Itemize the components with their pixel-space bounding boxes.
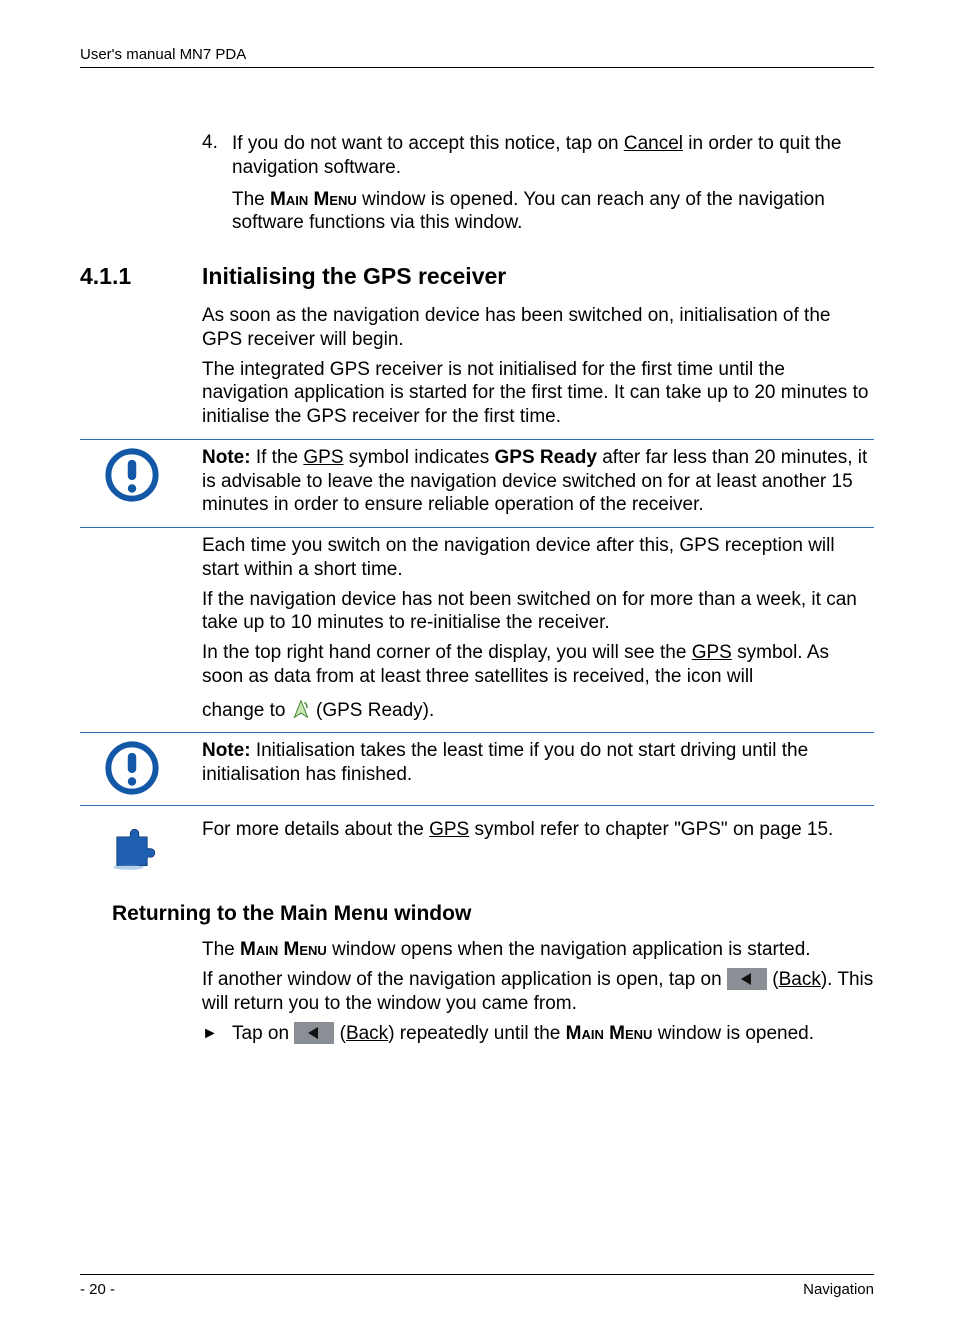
note-label: Note: — [202, 447, 251, 468]
paragraph: Each time you switch on the navigation d… — [202, 534, 874, 582]
text: window opens when the navigation applica… — [327, 939, 811, 960]
paragraph: In the top right hand corner of the disp… — [202, 641, 874, 689]
note-text: Note: Initialisation takes the least tim… — [202, 739, 874, 787]
note-separator — [80, 732, 874, 733]
text: Initialisation takes the least time if y… — [202, 740, 808, 785]
note-separator — [80, 527, 874, 528]
ordered-body: If you do not want to accept this notice… — [232, 132, 874, 241]
paragraph: The integrated GPS receiver is not initi… — [202, 358, 874, 429]
gps-label: GPS — [429, 819, 469, 840]
text: If you do not want to accept this notice… — [232, 133, 624, 154]
note-text: Note: If the GPS symbol indicates GPS Re… — [202, 446, 874, 517]
alert-icon — [105, 741, 159, 795]
note-label: Note: — [202, 740, 251, 761]
heading-text: Initialising the GPS receiver — [202, 263, 506, 290]
footer-rule — [80, 1274, 874, 1275]
gps-label: GPS — [692, 642, 732, 663]
text: symbol indicates — [344, 447, 495, 468]
main-menu-label: Main Menu — [240, 939, 327, 960]
alert-icon — [105, 448, 159, 502]
cancel-label: Cancel — [624, 133, 683, 154]
footer: - 20 - Navigation — [80, 1266, 874, 1298]
alert-icon-cell — [80, 446, 184, 502]
paragraph: The Main Menu window is opened. You can … — [232, 188, 874, 236]
text: ( — [334, 1023, 346, 1044]
text: If the — [251, 447, 304, 468]
text: In the top right hand corner of the disp… — [202, 642, 692, 663]
gps-ready-icon — [291, 699, 311, 719]
text: If another window of the navigation appl… — [202, 969, 727, 990]
gps-ready-label: GPS Ready — [495, 447, 597, 468]
puzzle-icon — [105, 820, 159, 874]
header-rule — [80, 67, 874, 68]
note-block-2: Note: Initialisation takes the least tim… — [80, 739, 874, 795]
footer-section: Navigation — [803, 1281, 874, 1298]
text: ( — [767, 969, 779, 990]
reference-text: For more details about the GPS symbol re… — [202, 818, 874, 842]
gps-label: GPS — [303, 447, 343, 468]
text: Tap on — [232, 1023, 294, 1044]
ordered-list-item-4: 4. If you do not want to accept this not… — [202, 132, 874, 241]
running-header: User's manual MN7 PDA — [80, 46, 874, 63]
heading-returning: Returning to the Main Menu window — [112, 902, 874, 926]
page-number: - 20 - — [80, 1281, 115, 1298]
main-menu-label: Main Menu — [566, 1023, 653, 1044]
paragraph: As soon as the navigation device has bee… — [202, 304, 874, 352]
main-menu-label: Main Menu — [270, 189, 357, 210]
back-icon — [294, 1022, 334, 1044]
back-icon — [727, 968, 767, 990]
heading-4-1-1: 4.1.1 Initialising the GPS receiver — [80, 263, 874, 290]
text: The — [202, 939, 240, 960]
heading-text: Returning to the Main Menu window — [112, 902, 874, 926]
note-block-1: Note: If the GPS symbol indicates GPS Re… — [80, 446, 874, 517]
text: (GPS Ready). — [316, 700, 434, 721]
paragraph: If another window of the navigation appl… — [202, 968, 874, 1016]
text: For more details about the — [202, 819, 429, 840]
paragraph: If the navigation device has not been sw… — [202, 588, 874, 636]
paragraph: The Main Menu window opens when the navi… — [202, 938, 874, 962]
back-label: Back — [346, 1023, 388, 1044]
bullet-body: Tap on (Back) repeatedly until the Main … — [232, 1022, 874, 1046]
text: ) repeatedly until the — [388, 1023, 565, 1044]
text: symbol refer to chapter "GPS" on page 15… — [469, 819, 833, 840]
bullet-mark: ► — [202, 1022, 232, 1046]
bullet-item: ► Tap on (Back) repeatedly until the Mai… — [202, 1022, 874, 1046]
back-label: Back — [779, 969, 821, 990]
note-separator — [80, 805, 874, 806]
puzzle-icon-cell — [80, 818, 184, 874]
note-separator — [80, 439, 874, 440]
alert-icon-cell — [80, 739, 184, 795]
text: The — [232, 189, 270, 210]
ordered-number: 4. — [202, 132, 232, 241]
text: window is opened. — [652, 1023, 814, 1044]
text: change to — [202, 700, 291, 721]
reference-block: For more details about the GPS symbol re… — [80, 818, 874, 874]
heading-number: 4.1.1 — [80, 263, 202, 290]
paragraph: change to (GPS Ready). — [202, 699, 874, 723]
